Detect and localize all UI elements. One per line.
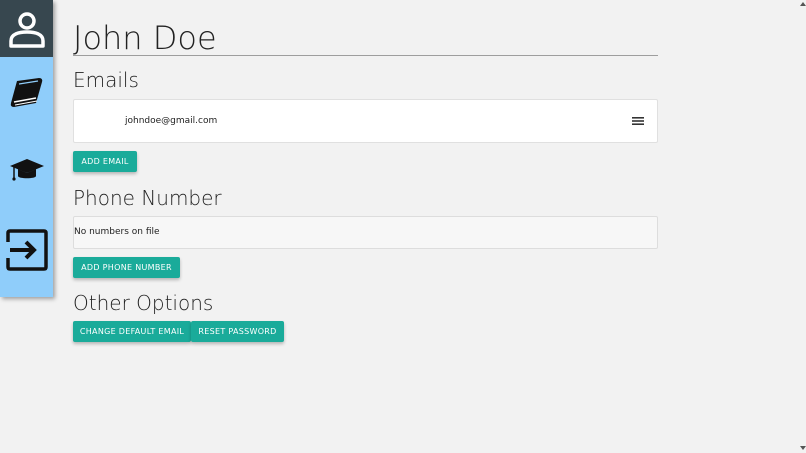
change-default-email-button[interactable]: Change Default Email xyxy=(73,321,191,342)
graduation-cap-icon xyxy=(9,159,44,181)
sidebar-item-education[interactable] xyxy=(0,150,53,190)
phone-heading: Phone Number xyxy=(73,186,222,210)
emails-heading: Emails xyxy=(73,68,139,92)
sidebar-item-profile[interactable] xyxy=(0,0,53,57)
other-options-heading: Other Options xyxy=(73,291,214,315)
scrollbar[interactable] xyxy=(798,0,806,453)
page-title: John Doe xyxy=(73,18,658,57)
reset-password-button[interactable]: Reset Password xyxy=(191,321,284,342)
sidebar xyxy=(0,0,53,297)
add-email-button[interactable]: Add Email xyxy=(73,151,137,172)
user-icon xyxy=(8,11,45,48)
logout-icon xyxy=(5,229,48,271)
email-list: johndoe@gmail.com xyxy=(73,99,658,143)
sidebar-item-logout[interactable] xyxy=(0,225,53,275)
email-address: johndoe@gmail.com xyxy=(125,116,218,126)
scroll-down-arrow[interactable] xyxy=(800,446,806,450)
add-phone-button[interactable]: Add Phone Number xyxy=(73,257,180,278)
sidebar-item-courses[interactable] xyxy=(0,70,53,115)
scroll-up-arrow[interactable] xyxy=(800,2,806,6)
hamburger-menu-icon[interactable] xyxy=(632,115,644,127)
book-icon xyxy=(10,77,42,107)
phone-empty-text: No numbers on file xyxy=(74,227,160,237)
phone-list: No numbers on file xyxy=(73,216,658,249)
